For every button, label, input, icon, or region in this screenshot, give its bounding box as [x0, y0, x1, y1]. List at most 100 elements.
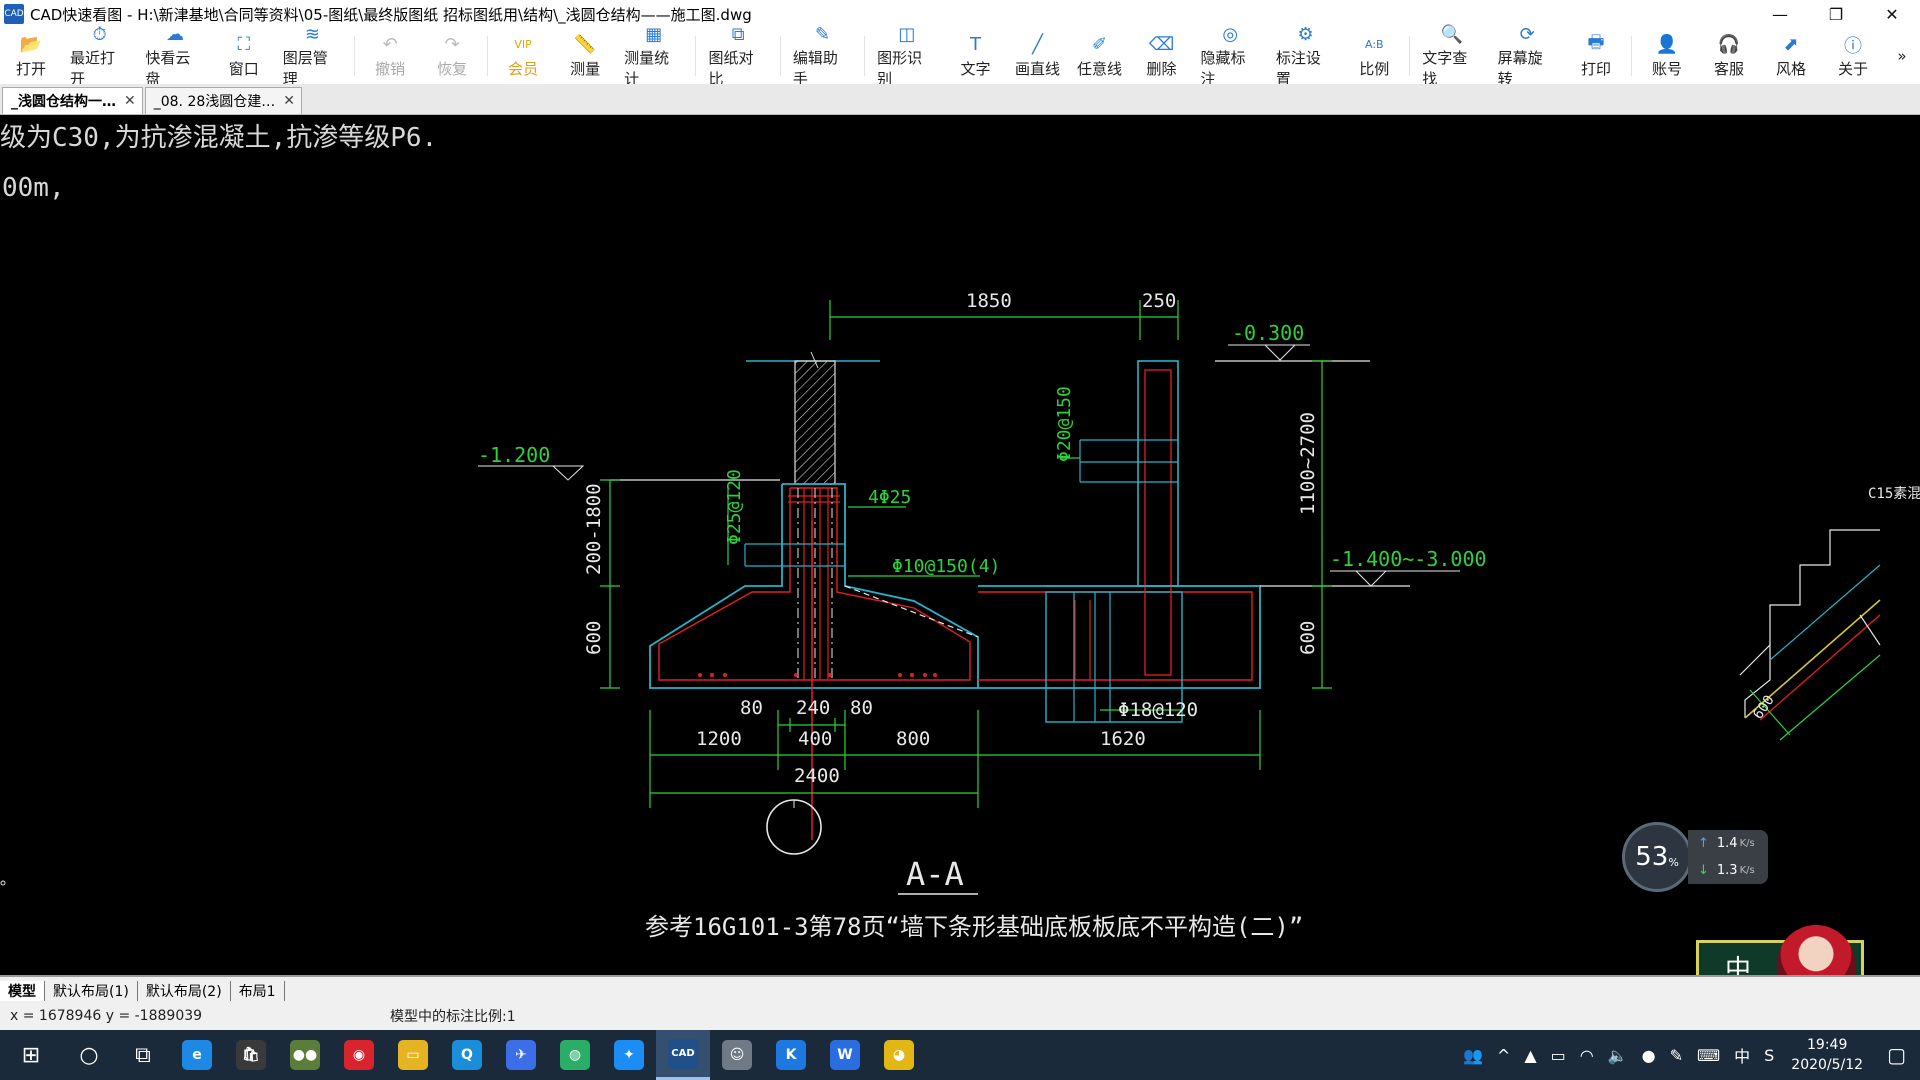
toolbar-layers-button[interactable]: ≋ 图层管理 — [275, 24, 350, 88]
network-monitor-widget[interactable]: 53% ↑ 1.4 K/s ↓ 1.3 K/s — [1622, 822, 1770, 896]
toolbar-ruler-button[interactable]: 📏 测量 — [554, 28, 616, 84]
general-note-line-1: 级为C30,为抗渗混凝土,抗渗等级P6. — [0, 123, 437, 153]
taskbar-wechat-button[interactable]: ◍ — [548, 1030, 602, 1080]
upload-speed: 1.4 — [1716, 836, 1738, 851]
taskbar-edge-button[interactable]: e — [170, 1030, 224, 1080]
toolbar-rotate-button[interactable]: ⟳ 屏幕旋转 — [1490, 24, 1565, 88]
clock[interactable]: 19:49 2020/5/12 — [1781, 1035, 1873, 1075]
layout-tab-model[interactable]: 模型 — [0, 980, 45, 1001]
drawing-canvas[interactable]: 级为C30,为抗渗混凝土,抗渗等级P6. 00m, -1.200 -0.300 … — [0, 115, 1920, 1024]
toolbar-button-label: 文字查找 — [1422, 48, 1468, 88]
eraser-icon: ⌫ — [1148, 34, 1175, 55]
tab-document-2[interactable]: _08. 28浅圆仓建… ✕ — [144, 87, 302, 114]
toolbar-redo-button[interactable]: ↷ 恢复 — [421, 28, 483, 84]
toolbar-compare-button[interactable]: ⧉ 图纸对比 — [700, 24, 775, 88]
toolbar-scale-button[interactable]: A:B 比例 — [1343, 28, 1405, 84]
info-icon: ⓘ — [1844, 35, 1863, 57]
toolbar-folder-button[interactable]: 📂 打开 — [0, 28, 62, 84]
network-speed-pane: ↑ 1.4 K/s ↓ 1.3 K/s — [1688, 830, 1768, 884]
taskbar-cad-viewer-button[interactable]: CAD — [656, 1030, 710, 1080]
taskbar-chrome-button[interactable]: ◕ — [872, 1030, 926, 1080]
toolbar-hide-button[interactable]: ◎ 隐藏标注 — [1193, 24, 1268, 88]
start-icon: ⊞ — [21, 1042, 41, 1068]
taskbar-dingtalk-button[interactable]: ✦ — [602, 1030, 656, 1080]
layout-tab-default-2[interactable]: 默认布局(2) — [138, 980, 231, 1001]
toolbar-edit-assistant-button[interactable]: ✎ 编辑助手 — [785, 24, 860, 88]
toolbar-print-button[interactable]: 🖶 打印 — [1565, 28, 1627, 84]
taskbar-qq-browser-button[interactable]: Q — [440, 1030, 494, 1080]
shape-recognize-icon: ◫ — [898, 23, 916, 45]
elevation-label: -0.300 — [1232, 321, 1304, 345]
taskbar-file-explorer-button[interactable]: ▭ — [386, 1030, 440, 1080]
toolbar-vip-button[interactable]: VIP 会员 — [492, 28, 554, 84]
cad-viewer-icon: CAD — [668, 1038, 698, 1069]
toolbar-cloud-button[interactable]: ☁ 快看云盘 — [137, 24, 212, 88]
tab-document-1[interactable]: _浅圆仓结构一… ✕ — [2, 87, 143, 114]
keyboard-icon[interactable]: ⌨ — [1690, 1046, 1727, 1065]
battery-icon[interactable]: ▭ — [1544, 1046, 1573, 1065]
toolbar-account-button[interactable]: 👤 账号 — [1636, 28, 1698, 84]
toolbar-window-button[interactable]: ⛶ 窗口 — [213, 28, 275, 84]
toolbar-button-label: 任意线 — [1077, 59, 1123, 78]
toolbar-separator — [1631, 36, 1633, 76]
annotation-scale-status: 模型中的标注比例:1 — [390, 1009, 516, 1025]
close-tab-icon[interactable]: ✕ — [283, 93, 295, 109]
reference-note: 参考16G101-3第78页“墙下条形基础底板板底不平构造(二)” — [645, 913, 1303, 941]
origin-marker — [0, 880, 6, 886]
taskbar-search-button[interactable]: ○ — [62, 1030, 116, 1080]
volume-icon[interactable]: 🔈 — [1601, 1046, 1635, 1065]
ime-label[interactable]: 中 — [1727, 1043, 1757, 1067]
taskbar-netease-music-button[interactable]: ◉ — [332, 1030, 386, 1080]
layout-tab-default-1[interactable]: 默认布局(1) — [45, 980, 138, 1001]
taskbar-avatar-app-button[interactable]: ☺ — [710, 1030, 764, 1080]
layout-tab-layout-1[interactable]: 布局1 — [231, 980, 285, 1001]
close-tab-icon[interactable]: ✕ — [124, 93, 136, 109]
toolbar-button-label: 文字 — [960, 59, 991, 78]
scale-icon: A:B — [1365, 38, 1384, 51]
toolbar-undo-button[interactable]: ↶ 撤销 — [359, 28, 421, 84]
toolbar-info-button[interactable]: ⓘ 关于 — [1822, 28, 1884, 84]
toolbar-more-button[interactable]: » — [1884, 28, 1920, 84]
toolbar-clock-button[interactable]: ⏱ 最近打开 — [62, 24, 137, 88]
restore-button[interactable]: ❐ — [1808, 0, 1864, 28]
toolbar-text-search-button[interactable]: 🔍 文字查找 — [1414, 24, 1489, 88]
toolbar-button-label: 标注设置 — [1275, 48, 1321, 88]
toolbar-stats-button[interactable]: ▦ 测量统计 — [616, 24, 691, 88]
sogou-icon[interactable]: S — [1757, 1046, 1781, 1065]
toolbar-shape-recognize-button[interactable]: ◫ 图形识别 — [869, 24, 944, 88]
toolbar-style-button[interactable]: ⬈ 风格 — [1760, 28, 1822, 84]
avatar-app-icon: ☺ — [722, 1040, 752, 1070]
wifi-icon[interactable]: ◠ — [1573, 1046, 1601, 1065]
toolbar-separator — [354, 36, 356, 76]
toolbar-button-label: 账号 — [1652, 59, 1683, 78]
taskbar-feishu-button[interactable]: ✈ — [494, 1030, 548, 1080]
taskbar-task-view-button[interactable]: ⧉ — [116, 1030, 170, 1080]
toolbar-annotation-settings-button[interactable]: ⚙ 标注设置 — [1268, 24, 1343, 88]
dimension-label: 1100~2700 — [1297, 412, 1319, 515]
tray-app-icon[interactable]: ▲ — [1517, 1046, 1543, 1065]
print-icon: 🖶 — [1587, 31, 1605, 53]
toolbar-button-label: 隐藏标注 — [1200, 48, 1246, 88]
taskbar-tripadvisor-button[interactable]: ●● — [278, 1030, 332, 1080]
pen-tray-icon[interactable]: ✎ — [1663, 1046, 1690, 1065]
chrome-icon: ◕ — [884, 1040, 914, 1070]
toolbar-eraser-button[interactable]: ⌫ 删除 — [1131, 28, 1193, 84]
notification-center-icon[interactable]: ▢ — [1873, 1043, 1920, 1067]
close-button[interactable]: ✕ — [1864, 0, 1920, 28]
taskbar-kugou-button[interactable]: K — [764, 1030, 818, 1080]
tray-icons: 👥 ^ ▲ ▭ ◠ 🔈 ● ✎ ⌨ 中 S — [1456, 1043, 1781, 1067]
chevron-up-icon[interactable]: ^ — [1490, 1046, 1517, 1065]
toolbar-pen-button[interactable]: ✐ 任意线 — [1069, 28, 1131, 84]
toolbar-headset-button[interactable]: 🎧 客服 — [1698, 28, 1760, 84]
people-icon[interactable]: 👥 — [1456, 1046, 1490, 1065]
toolbar-line-button[interactable]: ╱ 画直线 — [1007, 28, 1069, 84]
folder-icon: 📂 — [19, 34, 43, 55]
annotation-settings-icon: ⚙ — [1297, 23, 1314, 45]
tray-green-icon[interactable]: ● — [1635, 1046, 1663, 1065]
toolbar-text-button[interactable]: T 文字 — [945, 28, 1007, 84]
taskbar-start-button[interactable]: ⊞ — [0, 1030, 62, 1080]
minimize-button[interactable]: — — [1752, 0, 1808, 28]
taskbar-wps-button[interactable]: W — [818, 1030, 872, 1080]
status-bar: x = 1678946 y = -1889039 模型中的标注比例:1 — [0, 1002, 1920, 1030]
taskbar-store-button[interactable]: 🛍 — [224, 1030, 278, 1080]
